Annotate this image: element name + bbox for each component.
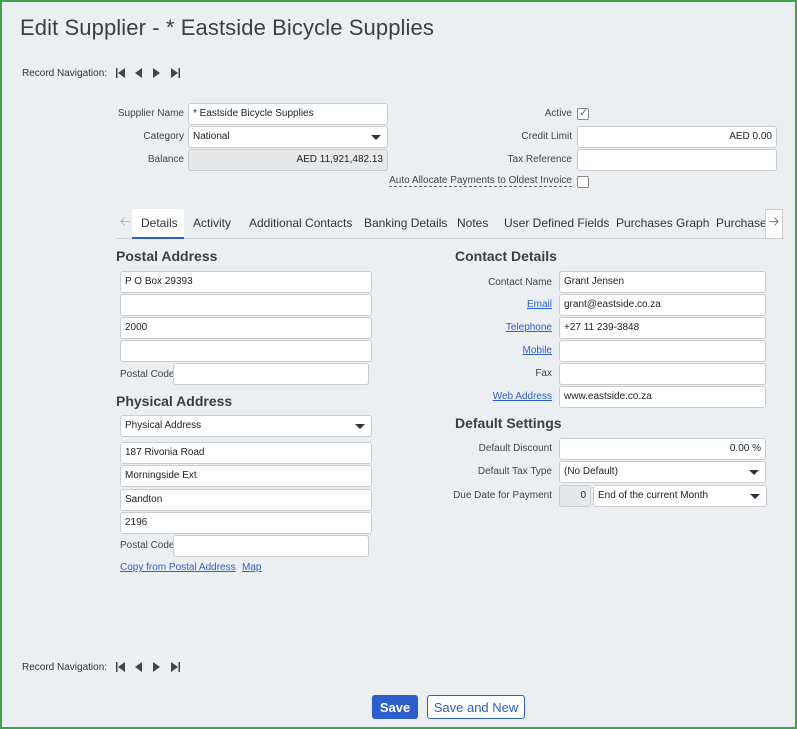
- first-record-icon[interactable]: [116, 662, 126, 672]
- category-select[interactable]: National: [188, 126, 388, 148]
- record-nav-buttons: [116, 68, 181, 78]
- postal-address-line-2[interactable]: [120, 294, 372, 316]
- postal-address-heading: Postal Address: [116, 248, 218, 264]
- physical-address-line-1[interactable]: 187 Rivonia Road: [120, 442, 372, 464]
- postal-address-line-4[interactable]: [120, 340, 372, 362]
- due-date-option-select[interactable]: End of the current Month: [593, 485, 767, 507]
- chevron-down-icon: [371, 135, 381, 140]
- contact-name-label: Contact Name: [488, 277, 552, 288]
- auto-allocate-label: Auto Allocate Payments to Oldest Invoice: [372, 175, 572, 187]
- default-tax-type-label: Default Tax Type: [477, 466, 552, 477]
- edit-supplier-window: Edit Supplier - * Eastside Bicycle Suppl…: [0, 0, 797, 729]
- tax-reference-input[interactable]: [577, 149, 777, 171]
- physical-postal-code-label: Postal Code: [120, 540, 175, 551]
- contact-name-input[interactable]: Grant Jensen: [559, 271, 766, 293]
- auto-allocate-checkbox[interactable]: [577, 176, 589, 188]
- postal-code-label: Postal Code: [120, 369, 175, 380]
- record-navigation-bottom: Record Navigation:: [22, 661, 187, 673]
- tab-user-defined-fields[interactable]: User Defined Fields: [504, 216, 609, 230]
- tab-activity[interactable]: Activity: [193, 216, 231, 230]
- save-button[interactable]: Save: [372, 695, 418, 719]
- postal-code-input[interactable]: [173, 363, 369, 385]
- balance-field: AED 11,921,482.13: [188, 149, 388, 171]
- last-record-icon[interactable]: [171, 68, 181, 78]
- record-navigation-label: Record Navigation:: [22, 67, 108, 79]
- category-value: National: [193, 131, 230, 142]
- physical-address-line-4[interactable]: 2196: [120, 512, 372, 534]
- physical-address-line-2[interactable]: Morningside Ext: [120, 465, 372, 487]
- due-date-label: Due Date for Payment: [453, 490, 552, 501]
- tab-notes[interactable]: Notes: [457, 216, 488, 230]
- physical-address-type-select[interactable]: Physical Address: [120, 415, 372, 437]
- default-tax-type-value: (No Default): [564, 466, 618, 477]
- active-checkbox[interactable]: [577, 106, 589, 120]
- fax-input[interactable]: [559, 363, 766, 385]
- supplier-name-label: Supplier Name: [117, 108, 184, 119]
- tab-purchases-graph[interactable]: Purchases Graph: [616, 216, 709, 230]
- physical-address-line-3[interactable]: Sandton: [120, 489, 372, 511]
- tab-active-indicator: [132, 237, 184, 239]
- tab-banking-details[interactable]: Banking Details: [364, 216, 447, 230]
- supplier-name-input[interactable]: * Eastside Bicycle Supplies: [188, 103, 388, 125]
- copy-from-postal-link[interactable]: Copy from Postal Address: [120, 562, 236, 573]
- save-and-new-button[interactable]: Save and New: [427, 695, 525, 719]
- postal-address-line-3[interactable]: 2000: [120, 317, 372, 339]
- page-title: Edit Supplier - * Eastside Bicycle Suppl…: [20, 15, 434, 40]
- record-navigation-top: Record Navigation:: [22, 67, 187, 79]
- tab-scroll-right-icon[interactable]: 🡢: [765, 209, 783, 239]
- auto-allocate-text: Auto Allocate Payments to Oldest Invoice: [389, 175, 572, 187]
- map-link[interactable]: Map: [242, 562, 261, 573]
- first-record-icon[interactable]: [116, 68, 126, 78]
- last-record-icon[interactable]: [171, 662, 181, 672]
- web-address-input[interactable]: www.eastside.co.za: [559, 386, 766, 408]
- chevron-down-icon: [749, 470, 759, 475]
- postal-address-line-1[interactable]: P O Box 29393: [120, 271, 372, 293]
- next-record-icon[interactable]: [153, 662, 161, 672]
- fax-label: Fax: [535, 368, 552, 379]
- previous-record-icon[interactable]: [135, 662, 143, 672]
- physical-address-heading: Physical Address: [116, 393, 233, 409]
- physical-address-type-value: Physical Address: [125, 420, 202, 431]
- telephone-link[interactable]: Telephone: [506, 322, 552, 333]
- previous-record-icon[interactable]: [135, 68, 143, 78]
- tab-additional-contacts[interactable]: Additional Contacts: [249, 216, 352, 230]
- email-label: Email: [452, 299, 552, 310]
- default-settings-heading: Default Settings: [455, 415, 562, 431]
- chevron-down-icon: [750, 494, 760, 499]
- mobile-input[interactable]: [559, 340, 766, 362]
- next-record-icon[interactable]: [153, 68, 161, 78]
- default-tax-type-select[interactable]: (No Default): [559, 461, 766, 483]
- web-address-link[interactable]: Web Address: [493, 391, 552, 402]
- tab-purchase-orders[interactable]: Purchase O: [716, 216, 766, 230]
- tab-details[interactable]: Details: [141, 216, 178, 230]
- record-nav-buttons: [116, 662, 181, 672]
- record-navigation-label: Record Navigation:: [22, 661, 108, 673]
- due-date-days-input[interactable]: 0: [559, 485, 591, 507]
- balance-label: Balance: [147, 154, 184, 165]
- email-input[interactable]: grant@eastside.co.za: [559, 294, 766, 316]
- default-discount-input[interactable]: 0.00 %: [559, 438, 766, 460]
- mobile-link[interactable]: Mobile: [523, 345, 552, 356]
- telephone-input[interactable]: +27 11 239-3848: [559, 317, 766, 339]
- contact-details-heading: Contact Details: [455, 248, 557, 264]
- active-label: Active: [544, 108, 572, 119]
- telephone-label: Telephone: [452, 322, 552, 333]
- email-link[interactable]: Email: [527, 299, 552, 310]
- category-label: Category: [143, 131, 184, 142]
- chevron-down-icon: [355, 424, 365, 429]
- due-date-option-value: End of the current Month: [598, 490, 709, 501]
- credit-limit-input[interactable]: AED 0.00: [577, 126, 777, 148]
- web-address-label: Web Address: [452, 391, 552, 402]
- default-discount-label: Default Discount: [478, 443, 552, 454]
- mobile-label: Mobile: [452, 345, 552, 356]
- physical-postal-code-input[interactable]: [173, 535, 369, 557]
- tax-reference-label: Tax Reference: [507, 154, 572, 165]
- credit-limit-label: Credit Limit: [521, 131, 572, 142]
- tab-bar: 🡠 Details Activity Additional Contacts B…: [116, 209, 784, 239]
